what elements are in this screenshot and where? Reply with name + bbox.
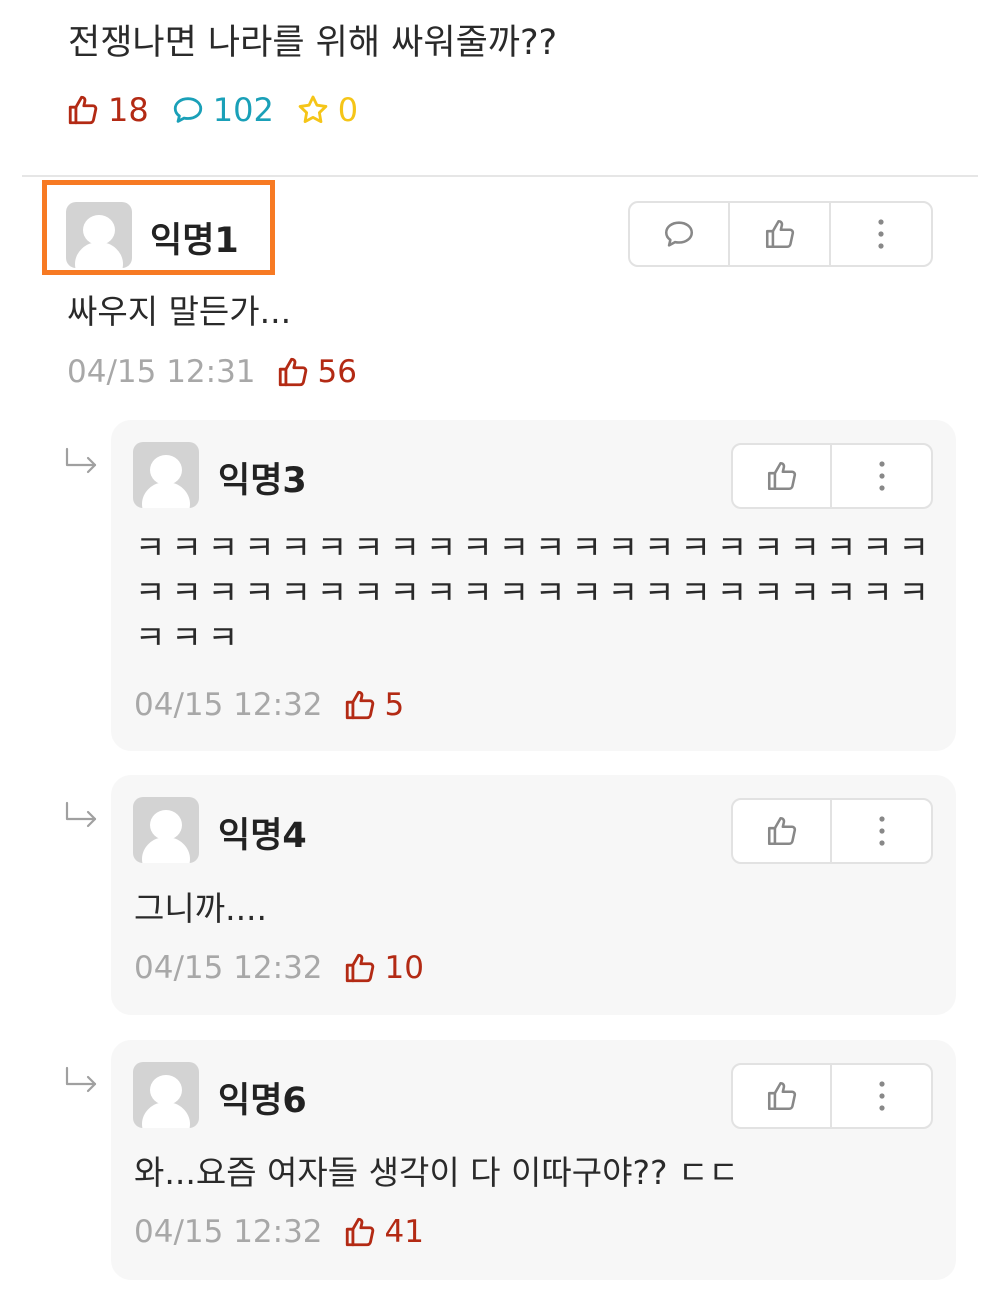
reply-meta: 04/15 12:32 5 xyxy=(134,685,404,725)
reply-author: 익명3 xyxy=(218,461,307,501)
reply-author: 익명6 xyxy=(218,1081,307,1121)
thumbs-up-icon xyxy=(767,816,796,846)
like-button[interactable] xyxy=(733,800,833,862)
avatar xyxy=(133,797,199,863)
post-title: 전쟁나면 나라를 위해 싸워줄까?? xyxy=(68,23,558,63)
like-button[interactable] xyxy=(730,203,831,265)
comment-text: 싸우지 말든가... xyxy=(67,292,292,331)
thumbs-up-icon xyxy=(345,1217,374,1247)
post-like-count: 18 xyxy=(66,91,149,129)
reply-arrow-icon xyxy=(65,801,97,828)
speech-bubble-icon xyxy=(173,97,202,123)
thumbs-up-icon xyxy=(765,219,794,249)
more-button[interactable] xyxy=(832,445,931,507)
comment-like-count: 56 xyxy=(276,354,357,390)
reply-action-group xyxy=(731,443,933,509)
post-comment-value: 102 xyxy=(212,91,274,129)
post-like-value: 18 xyxy=(108,91,149,129)
more-button[interactable] xyxy=(832,800,931,862)
avatar xyxy=(133,442,199,508)
reply-button[interactable] xyxy=(630,203,731,265)
speech-bubble-icon xyxy=(665,221,694,247)
reply-time: 04/15 12:32 xyxy=(134,1214,323,1250)
comment-meta: 04/15 12:31 56 xyxy=(67,352,357,392)
comment-like-value: 56 xyxy=(317,354,357,390)
more-button[interactable] xyxy=(831,203,931,265)
reply-like-value: 41 xyxy=(384,1214,424,1250)
post-scrap-value: 0 xyxy=(337,91,359,129)
reply-time: 04/15 12:32 xyxy=(134,687,323,723)
more-vertical-icon xyxy=(878,816,885,846)
reply-action-group xyxy=(731,798,933,864)
reply-text: ㅋㅋㅋㅋㅋㅋㅋㅋㅋㅋㅋㅋㅋㅋㅋㅋㅋㅋㅋㅋㅋㅋㅋㅋㅋㅋㅋㅋㅋㅋㅋㅋㅋㅋㅋㅋㅋㅋㅋㅋ… xyxy=(135,528,935,657)
divider xyxy=(22,175,978,177)
more-button[interactable] xyxy=(832,1065,931,1127)
comment-time: 04/15 12:31 xyxy=(67,354,256,390)
reply-action-group xyxy=(731,1063,933,1129)
avatar xyxy=(133,1062,199,1128)
thumbs-up-icon xyxy=(345,690,374,720)
star-icon xyxy=(298,95,328,124)
thumbs-up-icon xyxy=(278,357,307,387)
reply-like-count: 10 xyxy=(343,950,424,986)
like-button[interactable] xyxy=(733,445,833,507)
reply-author: 익명4 xyxy=(218,816,307,856)
reply-like-value: 10 xyxy=(384,950,424,986)
reply-card: 익명4 그니까.... 04/15 12:32 10 xyxy=(111,775,956,1015)
reply-time: 04/15 12:32 xyxy=(134,950,323,986)
more-vertical-icon xyxy=(878,1081,885,1111)
reply-like-count: 5 xyxy=(343,687,405,723)
reply-like-count: 41 xyxy=(343,1214,424,1250)
reply-like-value: 5 xyxy=(384,687,405,723)
post-stats: 18 102 0 xyxy=(66,90,380,130)
reply-meta: 04/15 12:32 41 xyxy=(134,1212,424,1252)
reply-text: 그니까.... xyxy=(134,889,268,928)
more-vertical-icon xyxy=(878,219,884,249)
post-scrap-count: 0 xyxy=(296,91,358,129)
comment-action-group xyxy=(628,201,933,267)
reply-card: 익명3 ㅋㅋㅋㅋㅋㅋㅋㅋㅋㅋㅋㅋㅋㅋㅋㅋㅋㅋㅋㅋㅋㅋㅋㅋㅋㅋㅋㅋㅋㅋㅋㅋㅋㅋㅋㅋ… xyxy=(111,420,956,751)
thumbs-up-icon xyxy=(345,953,374,983)
reply-meta: 04/15 12:32 10 xyxy=(134,948,424,988)
like-button[interactable] xyxy=(733,1065,833,1127)
more-vertical-icon xyxy=(878,461,885,491)
highlight-box xyxy=(42,180,275,275)
reply-card: 익명6 와...요즘 여자들 생각이 다 이따구야?? ㄷㄷ 04/15 12:… xyxy=(111,1040,956,1280)
post-comment-count: 102 xyxy=(171,91,274,129)
reply-arrow-icon xyxy=(65,1066,97,1093)
thumbs-up-icon xyxy=(68,95,98,125)
reply-text: 와...요즘 여자들 생각이 다 이따구야?? ㄷㄷ xyxy=(134,1153,739,1192)
reply-arrow-icon xyxy=(65,447,97,474)
thumbs-up-icon xyxy=(767,461,796,491)
thumbs-up-icon xyxy=(767,1081,796,1111)
